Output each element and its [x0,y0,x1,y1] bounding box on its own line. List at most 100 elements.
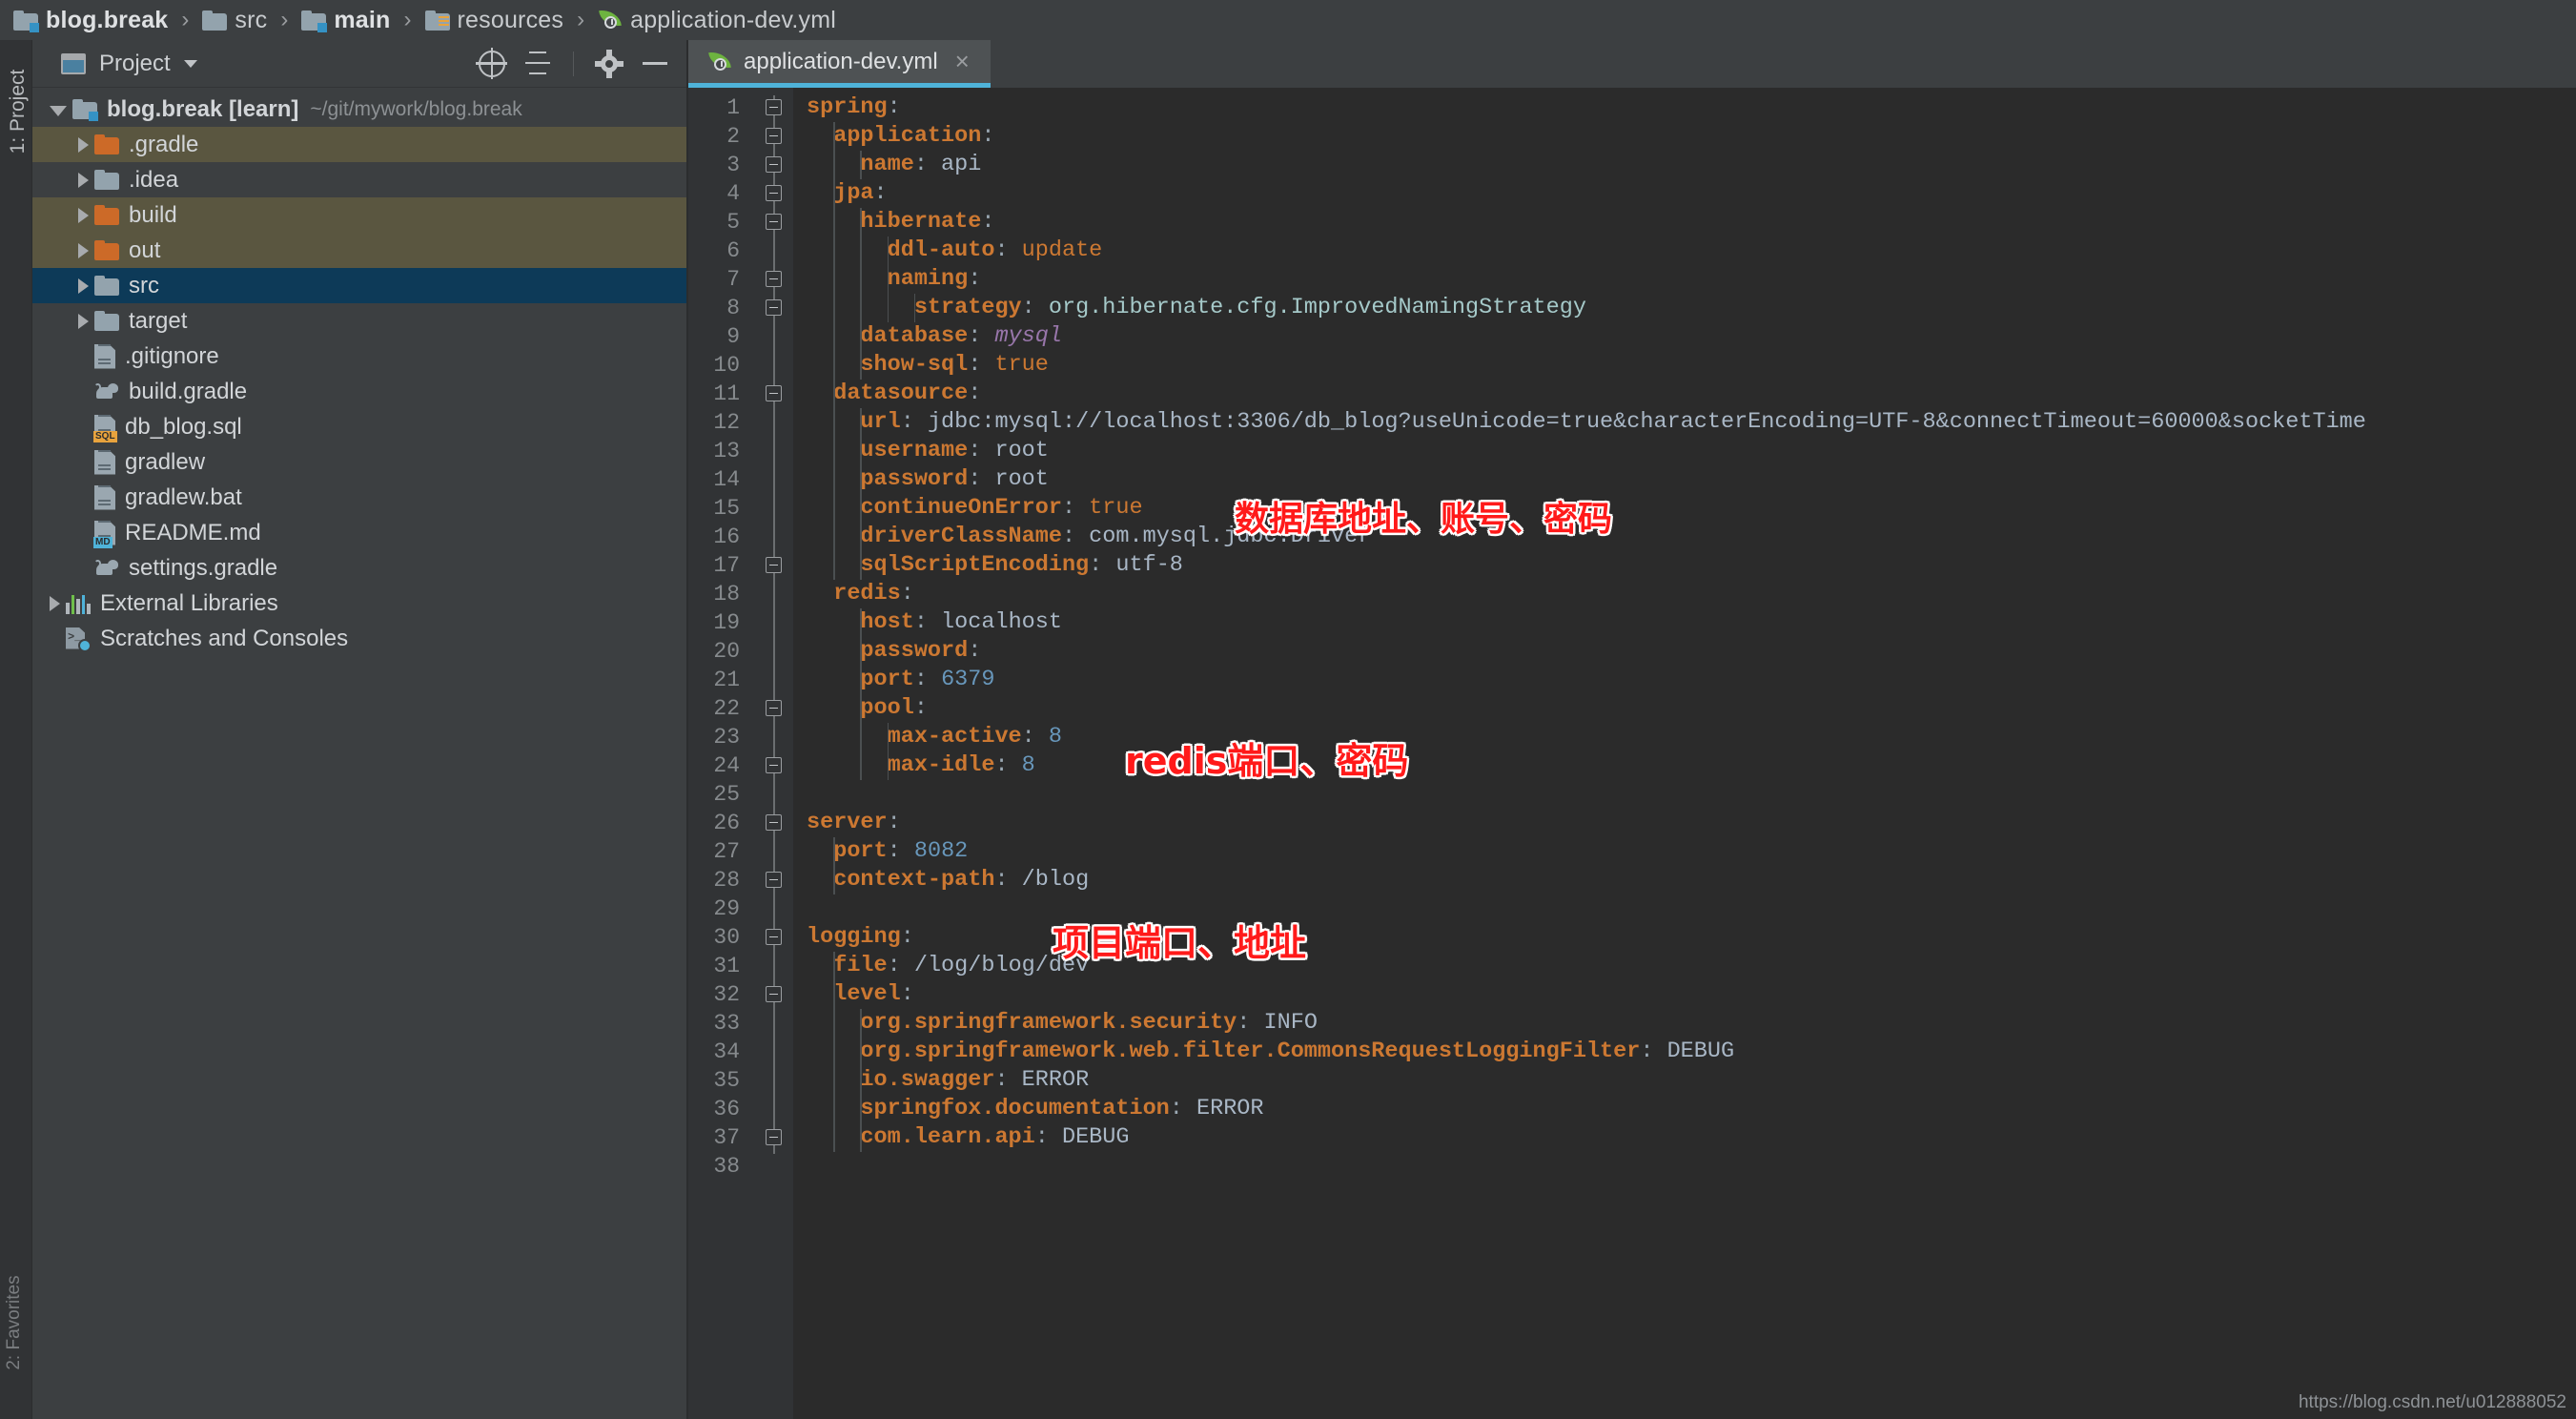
file-md-icon: MD [93,520,115,548]
tree-item-scratches-and-consoles[interactable]: >_ Scratches and Consoles [32,621,686,656]
chevron-right-icon[interactable] [50,595,60,611]
code-line[interactable] [793,1152,2576,1181]
tree-item-gradlew[interactable]: gradlew [32,444,686,480]
code-line[interactable]: username: root [793,437,2576,465]
tree-item-target[interactable]: target [32,303,686,339]
tree-item-external-libraries[interactable]: External Libraries [32,586,686,621]
code-line[interactable]: password: [793,637,2576,666]
fold-toggle-icon[interactable] [766,700,782,716]
chevron-right-icon[interactable] [78,278,89,294]
code-token: file [833,953,888,978]
tree-item-src[interactable]: src [32,268,686,303]
code-line[interactable]: password: root [793,465,2576,494]
chevron-right-icon[interactable] [78,207,89,223]
code-line[interactable]: org.springframework.security: INFO [793,1009,2576,1038]
collapse-all-icon[interactable] [521,48,554,80]
code-editor[interactable]: 1 2 3 4 5 6 7 8 9 10 11 12 13 14 15 16 17 18 19 20 21 22 23 24 2… [688,88,2576,1419]
code-line[interactable]: name: api [793,151,2576,179]
tree-item-blog-break-learn[interactable]: blog.break [learn] ~/git/mywork/blog.brea… [32,92,686,127]
code-line[interactable]: url: jdbc:mysql://localhost:3306/db_blog… [793,408,2576,437]
fold-toggle-icon[interactable] [766,271,782,287]
close-icon[interactable]: × [955,47,970,76]
fold-toggle-icon[interactable] [766,385,782,401]
tree-item-settings-gradle[interactable]: settings.gradle [32,550,686,586]
code-line[interactable]: context-path: /blog [793,866,2576,895]
chevron-right-icon[interactable] [78,172,89,188]
code-line[interactable]: ddl-auto: update [793,236,2576,265]
tree-item-build-gradle[interactable]: build.gradle [32,374,686,409]
code-line[interactable]: datasource: [793,380,2576,408]
line-number: 37 [713,1125,740,1150]
tree-item-gradle[interactable]: .gradle [32,127,686,162]
code-line[interactable]: server: [793,809,2576,837]
fold-toggle-icon[interactable] [766,929,782,945]
locate-icon[interactable] [476,47,508,80]
code-line[interactable]: jpa: [793,179,2576,208]
code-line[interactable]: port: 6379 [793,666,2576,694]
code-line[interactable]: sqlScriptEncoding: utf-8 [793,551,2576,580]
tree-item-db-blog-sql[interactable]: SQL db_blog.sql [32,409,686,444]
code-line[interactable]: spring: [793,93,2576,122]
line-number: 25 [713,782,740,807]
fold-toggle-icon[interactable] [766,757,782,773]
breadcrumb-item-src[interactable]: src [202,7,267,34]
gear-icon[interactable] [593,48,625,80]
tree-item-idea[interactable]: .idea [32,162,686,197]
chevron-right-icon[interactable] [78,242,89,258]
code-line[interactable]: driverClassName: com.mysql.jdbc.Driver [793,523,2576,551]
code-line[interactable]: host: localhost [793,608,2576,637]
tab-application-dev-yml[interactable]: application-dev.yml × [688,40,991,88]
chevron-down-icon[interactable] [50,105,67,116]
code-line[interactable]: com.learn.api: DEBUG [793,1123,2576,1152]
code-line[interactable]: database: mysql [793,322,2576,351]
fold-toggle-icon[interactable] [766,299,782,316]
code-line[interactable]: show-sql: true [793,351,2576,380]
fold-toggle-icon[interactable] [766,986,782,1002]
fold-toggle-icon[interactable] [766,214,782,230]
tree-item-label: build.gradle [129,378,248,404]
breadcrumb-item-application-dev-yml[interactable]: application-dev.yml [598,7,836,34]
fold-toggle-icon[interactable] [766,156,782,173]
tree-item-build[interactable]: build [32,197,686,233]
code-line[interactable]: max-idle: 8 [793,751,2576,780]
chevron-right-icon[interactable] [78,313,89,329]
breadcrumb-item-resources[interactable]: resources [424,7,564,34]
fold-toggle-icon[interactable] [766,557,782,573]
code-line[interactable] [793,780,2576,809]
folder-module-icon [72,99,98,121]
code-line[interactable]: io.swagger: ERROR [793,1066,2576,1095]
folder-excluded-icon [94,205,119,225]
code-line[interactable]: naming: [793,265,2576,294]
fold-toggle-icon[interactable] [766,99,782,115]
fold-toggle-icon[interactable] [766,128,782,144]
code-line[interactable]: strategy: org.hibernate.cfg.ImprovedNami… [793,294,2576,322]
tool-button-project[interactable]: 1: Project [4,59,32,164]
chevron-right-icon[interactable] [78,136,89,153]
code-line[interactable]: port: 8082 [793,837,2576,866]
code-folding-gutter[interactable] [753,88,793,1419]
code-line[interactable]: application: [793,122,2576,151]
tree-item-out[interactable]: out [32,233,686,268]
fold-toggle-icon[interactable] [766,872,782,888]
code-line[interactable]: redis: [793,580,2576,608]
tree-item-gradlew-bat[interactable]: gradlew.bat [32,480,686,515]
code-line[interactable]: continueOnError: true [793,494,2576,523]
breadcrumb-item-blog-break[interactable]: blog.break [13,7,168,34]
tree-item-readme-md[interactable]: MD README.md [32,515,686,550]
fold-toggle-icon[interactable] [766,1129,782,1145]
tree-item-icon [94,381,119,402]
code-content[interactable]: spring: application: name: api jpa: hibe… [793,88,2576,1419]
tool-button-favorites[interactable]: 2: Favorites [0,1251,29,1394]
code-line[interactable]: level: [793,980,2576,1009]
code-line[interactable]: springfox.documentation: ERROR [793,1095,2576,1123]
fold-toggle-icon[interactable] [766,185,782,201]
tree-item-gitignore[interactable]: .gitignore [32,339,686,374]
minimize-icon[interactable] [639,48,671,80]
code-line[interactable]: max-active: 8 [793,723,2576,751]
fold-toggle-icon[interactable] [766,814,782,831]
code-line[interactable]: hibernate: [793,208,2576,236]
breadcrumb-item-main[interactable]: main [301,7,390,34]
code-line[interactable]: org.springframework.web.filter.CommonsRe… [793,1038,2576,1066]
chevron-down-icon[interactable] [183,59,197,68]
code-line[interactable]: pool: [793,694,2576,723]
